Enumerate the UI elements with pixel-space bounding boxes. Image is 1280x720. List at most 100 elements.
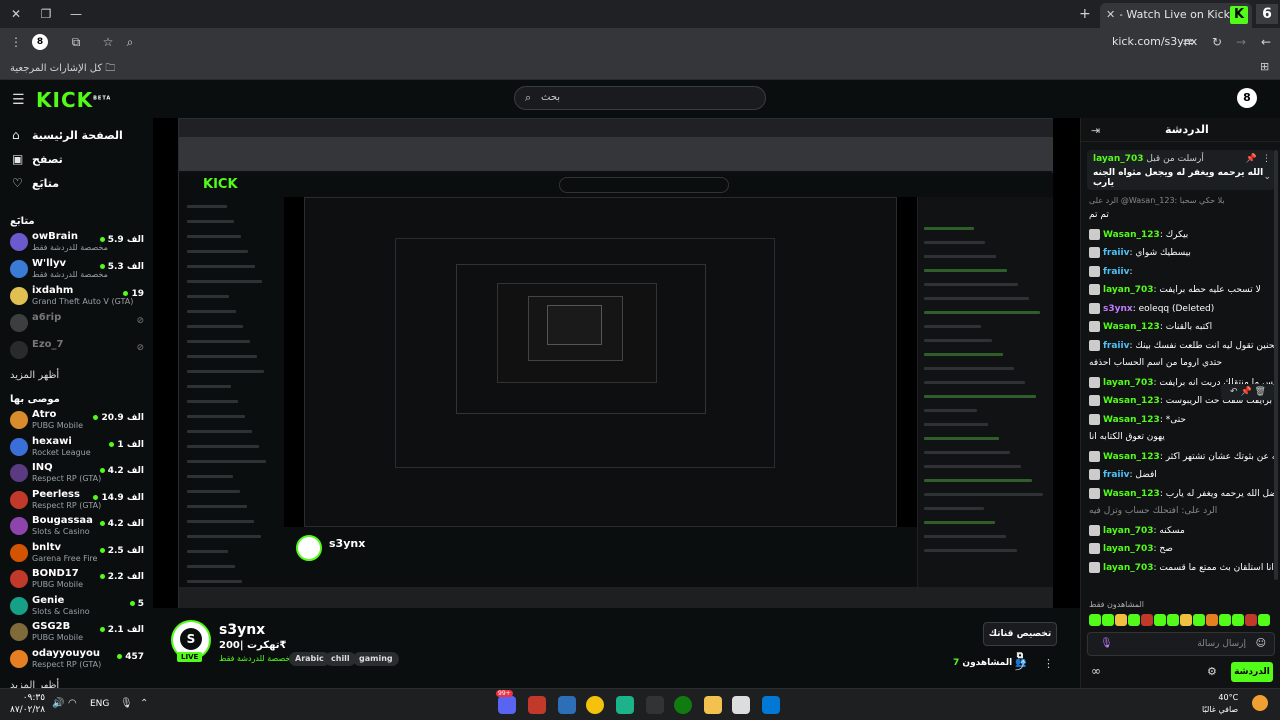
pin-icon[interactable]: 📌 <box>1246 154 1257 164</box>
chat-message[interactable]: fraiiv: لا تحي بحنين تقول ليه انت طلعت ن… <box>1089 339 1275 356</box>
chat-username[interactable]: layan_703 <box>1103 544 1154 554</box>
following-channel[interactable]: a6rip ⊘ <box>8 311 148 337</box>
video-player[interactable]: KICK s3ynx <box>153 118 1080 608</box>
tag-chill[interactable]: chill <box>325 652 356 666</box>
chat-username[interactable]: layan_703 <box>1103 378 1154 388</box>
emote-icon[interactable] <box>1128 614 1140 626</box>
emote-icon[interactable] <box>1245 614 1257 626</box>
share-icon[interactable]: ⤴ <box>1015 657 1026 673</box>
all-bookmarks-folder[interactable]: كل الإشارات المرجعية 🗀 <box>10 61 115 78</box>
following-channel[interactable]: W'llyv مخصصة للدردشة فقط 5.3 الف <box>8 257 148 283</box>
file-explorer-icon[interactable] <box>704 696 722 714</box>
xbox-icon[interactable] <box>674 696 692 714</box>
emote-icon[interactable] <box>1089 614 1101 626</box>
epic-games-icon[interactable] <box>646 696 664 714</box>
language-indicator[interactable]: ENG <box>90 699 109 709</box>
app-red-icon[interactable] <box>528 696 546 714</box>
emote-icon[interactable] <box>1115 614 1127 626</box>
more-options-icon[interactable]: ⋮ <box>1043 657 1054 670</box>
chat-username[interactable]: Wasan_123 <box>1103 415 1160 425</box>
nav-home[interactable]: ⌂ الصفحة الرئيسية <box>8 126 148 146</box>
app-green-icon[interactable] <box>616 696 634 714</box>
message-actions[interactable]: ↶ 📌 🗑 <box>1221 384 1275 400</box>
close-window-icon[interactable]: ✕ <box>8 6 24 22</box>
emote-icon[interactable] <box>1154 614 1166 626</box>
chat-username[interactable]: layan_703 <box>1103 563 1154 573</box>
chat-username[interactable]: s3ynx <box>1103 304 1133 314</box>
recommended-channel[interactable]: Genie Slots & Casino 5 <box>8 594 148 620</box>
chat-username[interactable]: fraiiv <box>1103 248 1129 258</box>
chat-message[interactable]: fraiiv: <box>1089 265 1275 282</box>
weather-widget[interactable]: 40°C صافي غالبًا <box>1202 692 1238 716</box>
chat-username[interactable]: Wasan_123 <box>1103 230 1160 240</box>
tag-gaming[interactable]: gaming <box>353 652 399 666</box>
tab-count-badge[interactable]: 6 <box>1256 4 1278 24</box>
emote-icon[interactable] <box>1180 614 1192 626</box>
pinned-user[interactable]: layan_703 <box>1093 154 1144 164</box>
chat-message[interactable]: layan_703: الزبيده انا استلقان بث ممتع م… <box>1089 561 1275 578</box>
streamer-name[interactable]: s3ynx <box>219 622 265 638</box>
chat-username[interactable]: Wasan_123 <box>1103 489 1160 499</box>
restore-window-icon[interactable]: ❐ <box>38 6 54 22</box>
emote-icon[interactable] <box>1193 614 1205 626</box>
emoji-icon[interactable]: ☺ <box>1256 638 1266 649</box>
send-chat-button[interactable]: الدردشة <box>1231 662 1273 682</box>
chat-username[interactable]: fraiiv <box>1103 267 1129 277</box>
emote-icon[interactable] <box>1206 614 1218 626</box>
search-input[interactable]: ⌕ بحث <box>514 86 766 110</box>
chrome-icon[interactable] <box>586 696 604 714</box>
browser-tab[interactable]: ✕ s3ynx Stream - Watch Live on Kick K <box>1100 3 1252 28</box>
chat-message[interactable]: Wasan_123: بيكرك <box>1089 228 1275 245</box>
pinned-message[interactable]: layan_703 أرسلت من قبل الله يرحمه ويغفر … <box>1087 150 1275 190</box>
notes-icon[interactable] <box>732 696 750 714</box>
forward-icon[interactable]: → <box>1233 34 1249 50</box>
stream-category[interactable]: مخصصة للدردشة فقط <box>219 654 295 663</box>
emote-icon[interactable] <box>1167 614 1179 626</box>
chat-input[interactable]: 🎙 إرسال رسالة ☺ <box>1087 632 1275 656</box>
user-avatar[interactable]: 8 <box>1237 88 1257 108</box>
recommended-channel[interactable]: Atro PUBG Mobile 20.9 الف <box>8 408 148 434</box>
recommended-channel[interactable]: hexawi Rocket League 1 الف <box>8 435 148 461</box>
emote-icon[interactable] <box>1141 614 1153 626</box>
chat-message[interactable]: layan_703: لا تسحب عليه حطه برايفت <box>1089 284 1275 300</box>
discord-icon[interactable] <box>498 696 516 714</box>
menu-dots-icon[interactable]: ⋮ <box>8 34 24 50</box>
close-tab-icon[interactable]: ✕ <box>1106 8 1115 21</box>
chat-message[interactable]: layan_703: مسكنه <box>1089 524 1275 541</box>
new-tab-icon[interactable]: + <box>1079 6 1091 22</box>
chat-message[interactable]: الرد على: افتحلك حساب وتزل فيه <box>1089 506 1275 522</box>
recommended-channel[interactable]: INQ Respect RP (GTA) 4.2 الف <box>8 461 148 487</box>
emote-icon[interactable] <box>1258 614 1270 626</box>
chat-username[interactable]: fraiiv <box>1103 341 1129 351</box>
recommended-channel[interactable]: odayyouyou Respect RP (GTA) 457 <box>8 647 148 673</box>
following-channel[interactable]: Ezo_7 ⊘ <box>8 338 148 364</box>
site-settings-icon[interactable]: ⇌ <box>1180 34 1196 50</box>
volume-icon[interactable]: 🔊 <box>52 698 64 709</box>
chat-message[interactable]: Wasan_123: *حتى <box>1089 413 1275 430</box>
kick-logo[interactable]: KICKBETA <box>36 88 111 112</box>
chat-settings-icon[interactable]: ⚙ <box>1207 665 1217 678</box>
chat-message[interactable]: Wasan_123: صح افضل الله يرحمه ويغفر له ي… <box>1089 487 1275 504</box>
chat-username[interactable]: layan_703 <box>1103 526 1154 536</box>
recommended-channel[interactable]: Peerless Respect RP (GTA) 14.9 الف <box>8 488 148 514</box>
nav-following[interactable]: ♡ متابَع <box>8 174 148 194</box>
customize-channel-button[interactable]: تخصيص قناتك ⧉ <box>983 622 1057 661</box>
page-scrollbar[interactable] <box>1274 150 1278 580</box>
wifi-icon[interactable]: ◠ <box>68 698 77 709</box>
chat-message[interactable]: s3ynx: eoleqq (Deleted) <box>1089 302 1275 319</box>
chat-username[interactable]: Wasan_123 <box>1103 396 1160 406</box>
chevron-down-icon[interactable]: ⌄ <box>1263 172 1271 182</box>
recommended-channel[interactable]: GSG2B PUBG Mobile 2.1 الف <box>8 620 148 646</box>
chat-username[interactable]: fraiiv <box>1103 470 1129 480</box>
chat-message[interactable]: Wasan_123: اكتبه بالقنات <box>1089 321 1275 337</box>
tag-arabic[interactable]: Arabic <box>289 652 330 666</box>
show-hidden-icons-icon[interactable]: ⌃ <box>140 698 148 709</box>
pinned-menu-icon[interactable]: ⋮ <box>1262 154 1271 164</box>
chat-username[interactable]: Wasan_123 <box>1103 452 1160 462</box>
following-channel[interactable]: owBrain مخصصة للدردشة فقط 5.9 الف <box>8 230 148 256</box>
collapse-chat-icon[interactable]: ⇥ <box>1091 124 1100 137</box>
zoom-icon[interactable]: ⌕ <box>122 34 138 50</box>
mic-icon[interactable]: 🎙 <box>1100 638 1113 649</box>
show-more-following[interactable]: أظهر المزيد <box>10 370 59 381</box>
browser-profile-avatar[interactable]: 8 <box>32 34 48 50</box>
